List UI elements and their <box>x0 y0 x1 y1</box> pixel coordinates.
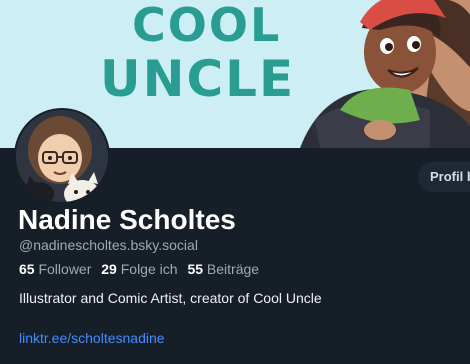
following-label: Folge ich <box>120 261 178 277</box>
posts-label: Beiträge <box>206 261 260 277</box>
avatar-portrait-icon <box>16 110 108 202</box>
following-count: 29 <box>101 261 117 277</box>
followers-label: Follower <box>38 261 92 277</box>
user-handle: @nadinescholtes.bsky.social <box>19 237 198 253</box>
profile-bio: Illustrator and Comic Artist, creator of… <box>19 290 322 306</box>
profile-page: COOL UNCLE Profil b N <box>0 0 470 364</box>
profile-stats: 65 Follower 29 Folge ich 55 Beiträge <box>19 261 265 277</box>
avatar[interactable] <box>14 108 110 204</box>
banner-title-line2: UNCLE <box>100 50 296 108</box>
display-name: Nadine Scholtes <box>18 204 236 235</box>
stat-followers[interactable]: 65 Follower <box>19 261 91 277</box>
posts-count: 55 <box>187 261 204 277</box>
banner-title-line1: COOL <box>132 0 282 52</box>
stat-following[interactable]: 29 Folge ich <box>101 261 177 277</box>
followers-count: 65 <box>19 261 35 277</box>
profile-link[interactable]: linktr.ee/scholtesnadine <box>19 330 165 346</box>
stat-posts: 55 Beiträge <box>187 261 259 277</box>
profile-action-button[interactable]: Profil b <box>418 162 470 192</box>
